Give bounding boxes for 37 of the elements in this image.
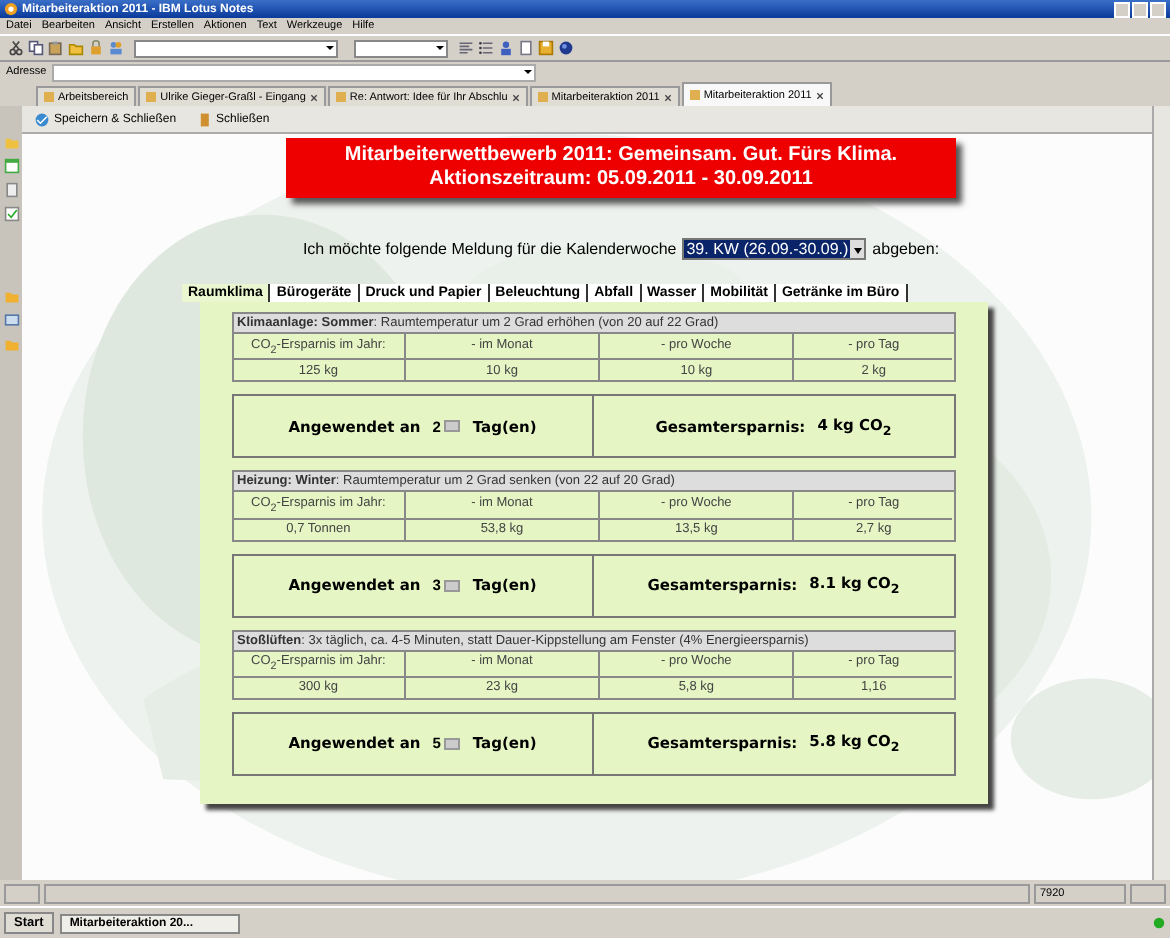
size-dropdown[interactable] — [354, 39, 448, 57]
checkmark-icon[interactable] — [3, 206, 19, 222]
door-icon — [196, 111, 213, 127]
scrollbar[interactable] — [1152, 106, 1170, 880]
scissors-icon[interactable] — [8, 40, 24, 56]
person-icon[interactable] — [498, 40, 514, 56]
inbox-dropdown[interactable] — [1130, 883, 1166, 903]
font-dropdown[interactable] — [134, 39, 338, 57]
close-icon[interactable] — [511, 93, 520, 101]
folder-icon[interactable] — [68, 40, 84, 56]
close-icon[interactable] — [815, 91, 824, 99]
save-icon[interactable] — [538, 40, 554, 56]
calendar-icon[interactable] — [3, 158, 19, 174]
close-icon[interactable] — [309, 93, 318, 101]
close-icon[interactable] — [663, 93, 672, 101]
list-icon[interactable] — [478, 40, 494, 56]
globe-icon[interactable] — [558, 40, 574, 56]
week-dropdown[interactable]: 39. KW (26.09.-30.09.) — [682, 238, 867, 260]
close-button[interactable] — [1150, 1, 1166, 17]
text-format-icon[interactable] — [458, 40, 474, 56]
lock-icon[interactable] — [88, 40, 104, 56]
paste-icon[interactable] — [48, 40, 64, 56]
prompt-label: Ich möchte folgende Meldung für die Kalenderwoche — [302, 240, 677, 258]
minimize-button[interactable] — [1114, 1, 1130, 17]
status-icon — [1152, 916, 1166, 930]
status-field — [4, 883, 40, 903]
maximize-button[interactable] — [1132, 1, 1148, 17]
banner-heading: Aktionszeitraum: 05.09.2011 - 30.09.2011 — [429, 168, 813, 192]
people-icon[interactable] — [108, 40, 124, 56]
save-close-icon — [34, 111, 50, 127]
prompt-label: abgeben: — [872, 240, 940, 258]
window-icon[interactable] — [3, 312, 19, 328]
copy-icon[interactable] — [28, 40, 44, 56]
banner-heading: Mitarbeiterwettbewerb 2011: Gemeinsam. Gut. Fürs Klima. — [344, 144, 898, 168]
address-field[interactable] — [52, 63, 537, 81]
document-icon[interactable] — [518, 40, 534, 56]
app-icon — [4, 2, 18, 16]
